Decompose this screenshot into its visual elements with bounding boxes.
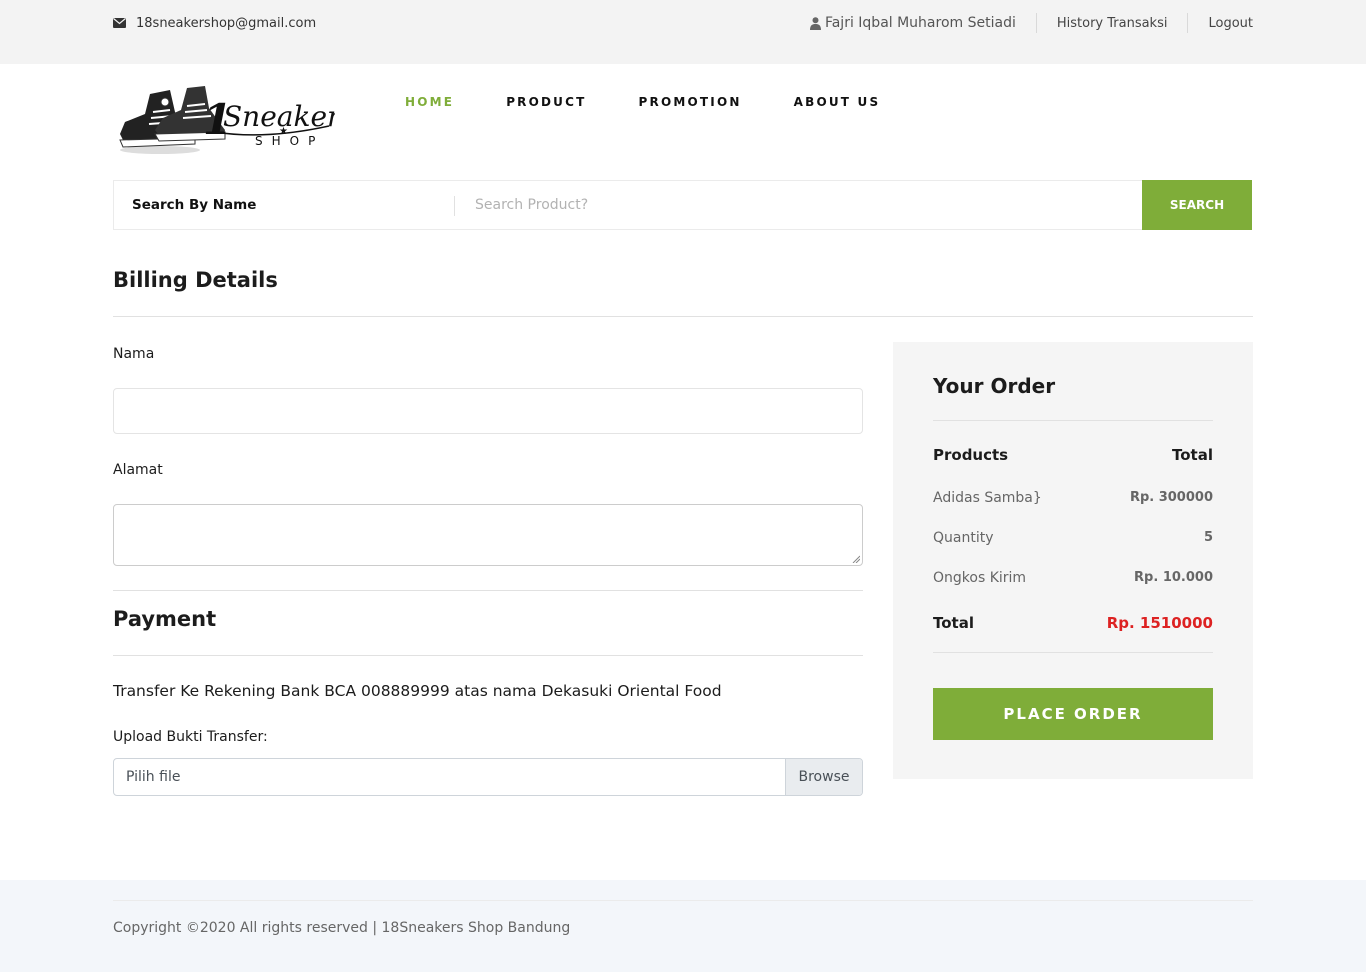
divider — [113, 316, 1253, 317]
envelope-icon — [113, 18, 126, 28]
search-bar: Search By Name SEARCH — [113, 179, 1252, 230]
divider — [933, 420, 1213, 421]
account-links: Fajri Iqbal Muharom Setiadi History Tran… — [809, 12, 1253, 34]
nama-field[interactable] — [113, 388, 863, 434]
place-order-button[interactable]: PLACE ORDER — [933, 688, 1213, 740]
payment-title: Payment — [113, 607, 217, 631]
footer: Copyright ©2020 All rights reserved | 18… — [0, 880, 1366, 972]
nama-label: Nama — [113, 346, 155, 362]
products-header: Products — [933, 446, 1009, 464]
nav-product[interactable]: PRODUCT — [506, 95, 586, 109]
svg-text:★: ★ — [279, 126, 288, 137]
upload-label: Upload Bukti Transfer: — [113, 729, 268, 745]
order-total-label: Total — [933, 614, 974, 632]
alamat-field[interactable] — [113, 504, 863, 566]
top-bar: 18sneakershop@gmail.com Fajri Iqbal Muha… — [0, 0, 1366, 64]
order-row-label: Ongkos Kirim — [933, 570, 1027, 586]
browse-button[interactable]: Browse — [785, 759, 862, 795]
order-row-shipping: Ongkos Kirim Rp. 10.000 — [933, 570, 1213, 586]
order-row-value: 5 — [1203, 530, 1213, 545]
search-input[interactable] — [455, 181, 1142, 229]
email-text: 18sneakershop@gmail.com — [136, 15, 317, 31]
user-icon — [809, 16, 821, 30]
logout-link[interactable]: Logout — [1187, 13, 1253, 33]
divider — [933, 652, 1213, 653]
divider — [113, 590, 863, 591]
alamat-label: Alamat — [113, 462, 163, 478]
search-category-label[interactable]: Search By Name — [114, 181, 455, 229]
payment-instructions: Transfer Ke Rekening Bank BCA 008889999 … — [113, 682, 722, 700]
order-row-label: Quantity — [933, 530, 994, 546]
total-header: Total — [1172, 446, 1213, 464]
order-row-quantity: Quantity 5 — [933, 530, 1213, 546]
file-upload-input[interactable]: Pilih file Browse — [113, 758, 863, 796]
order-row-label: Adidas Samba} — [933, 490, 1042, 506]
divider — [113, 900, 1253, 901]
order-row-product: Adidas Samba} Rp. 300000 — [933, 490, 1213, 506]
copyright-text: Copyright ©2020 All rights reserved | 18… — [113, 920, 571, 936]
user-name[interactable]: Fajri Iqbal Muharom Setiadi — [809, 13, 1036, 33]
nav-home[interactable]: HOME — [405, 95, 454, 109]
history-link[interactable]: History Transaksi — [1035, 13, 1188, 33]
search-button[interactable]: SEARCH — [1142, 179, 1252, 230]
order-title: Your Order — [933, 374, 1056, 398]
nav-promotion[interactable]: PROMOTION — [639, 95, 742, 109]
svg-text:SHOP: SHOP — [255, 134, 324, 148]
order-row-value: Rp. 10.000 — [1134, 570, 1213, 585]
file-name-placeholder[interactable]: Pilih file — [114, 759, 785, 795]
divider — [113, 655, 863, 656]
order-total-row: Total Rp. 1510000 — [933, 614, 1213, 632]
order-header-row: Products Total — [933, 446, 1213, 464]
resize-handle-icon[interactable] — [852, 555, 860, 563]
order-total-value: Rp. 1510000 — [1106, 614, 1213, 632]
billing-title: Billing Details — [113, 268, 278, 292]
main-nav: HOME PRODUCT PROMOTION ABOUT US — [405, 95, 932, 109]
nav-about-us[interactable]: ABOUT US — [794, 95, 881, 109]
contact-email: 18sneakershop@gmail.com — [113, 14, 316, 32]
order-row-value: Rp. 300000 — [1129, 490, 1213, 505]
user-name-text: Fajri Iqbal Muharom Setiadi — [824, 15, 1016, 31]
site-logo[interactable]: 1 Sneaker SHOP ★ — [115, 82, 342, 162]
order-summary: Your Order Products Total Adidas Samba} … — [893, 342, 1253, 779]
